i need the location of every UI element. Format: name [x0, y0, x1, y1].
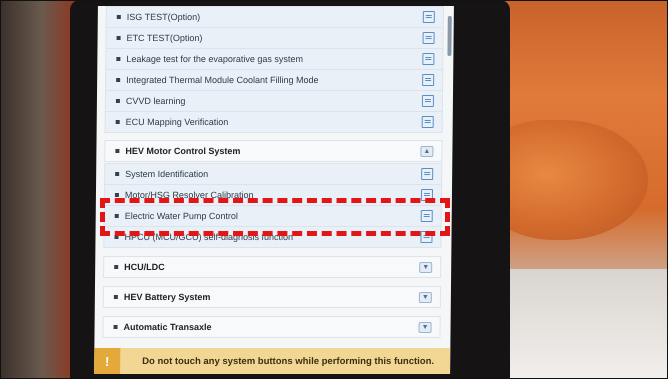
bullet-icon — [113, 325, 118, 329]
diagnostic-screen: ISG TEST(Option) ETC TEST(Option) Leakag… — [94, 6, 454, 374]
section-automatic-transaxle[interactable]: Automatic Transaxle ▼ — [102, 316, 441, 338]
section-label: HEV Battery System — [123, 292, 211, 302]
expand-icon[interactable]: ▼ — [419, 261, 433, 273]
menu-item-system-identification[interactable]: System Identification — [104, 163, 443, 185]
bullet-icon — [114, 265, 119, 269]
collapse-icon[interactable]: ▲ — [420, 145, 434, 157]
bullet-icon — [116, 78, 121, 82]
document-icon[interactable] — [422, 53, 435, 65]
section-label: HCU/LDC — [124, 262, 165, 272]
scrollbar[interactable] — [447, 16, 452, 56]
menu-item-etc-test[interactable]: ETC TEST(Option) — [105, 27, 444, 49]
document-icon[interactable] — [422, 32, 435, 44]
menu-item-label: Integrated Thermal Module Coolant Fillin… — [126, 75, 319, 85]
menu-item-label: ISG TEST(Option) — [126, 12, 201, 22]
menu-item-leakage-test[interactable]: Leakage test for the evaporative gas sys… — [105, 48, 444, 70]
menu-item-label: CVVD learning — [125, 96, 186, 106]
document-icon[interactable] — [422, 11, 435, 23]
menu-item-ecu-mapping[interactable]: ECU Mapping Verification — [104, 111, 443, 133]
warning-bar: ! Do not touch any system buttons while … — [94, 348, 451, 374]
menu-item-thermal-module[interactable]: Integrated Thermal Module Coolant Fillin… — [105, 69, 444, 91]
menu-item-isg-test[interactable]: ISG TEST(Option) — [105, 6, 444, 28]
section-label: HEV Motor Control System — [125, 146, 241, 156]
section-hcu-ldc[interactable]: HCU/LDC ▼ — [103, 256, 442, 278]
bullet-icon — [115, 99, 120, 103]
menu-item-cvvd-learning[interactable]: CVVD learning — [104, 90, 444, 112]
document-icon[interactable] — [421, 116, 434, 128]
menu-item-label: ETC TEST(Option) — [126, 33, 203, 43]
document-icon[interactable] — [422, 74, 435, 86]
bullet-icon — [115, 149, 120, 153]
red-dashed-highlight — [100, 198, 450, 236]
bullet-icon — [116, 57, 121, 61]
expand-icon[interactable]: ▼ — [418, 321, 432, 333]
document-icon[interactable] — [421, 168, 434, 180]
menu-item-label: ECU Mapping Verification — [125, 117, 229, 127]
expand-icon[interactable]: ▼ — [418, 291, 432, 303]
bullet-icon — [116, 15, 121, 19]
bullet-icon — [113, 295, 118, 299]
document-icon[interactable] — [421, 95, 434, 107]
menu-item-label: Leakage test for the evaporative gas sys… — [126, 54, 304, 64]
menu-item-label: System Identification — [125, 169, 209, 179]
section-label: Automatic Transaxle — [123, 322, 212, 332]
warning-icon: ! — [94, 348, 121, 374]
bullet-icon — [114, 193, 119, 197]
section-hev-motor-control[interactable]: HEV Motor Control System ▲ — [104, 140, 443, 162]
bullet-icon — [115, 172, 120, 176]
bullet-icon — [115, 120, 120, 124]
warning-message: Do not touch any system buttons while pe… — [142, 355, 435, 367]
bullet-icon — [116, 36, 121, 40]
section-hev-battery[interactable]: HEV Battery System ▼ — [102, 286, 441, 308]
